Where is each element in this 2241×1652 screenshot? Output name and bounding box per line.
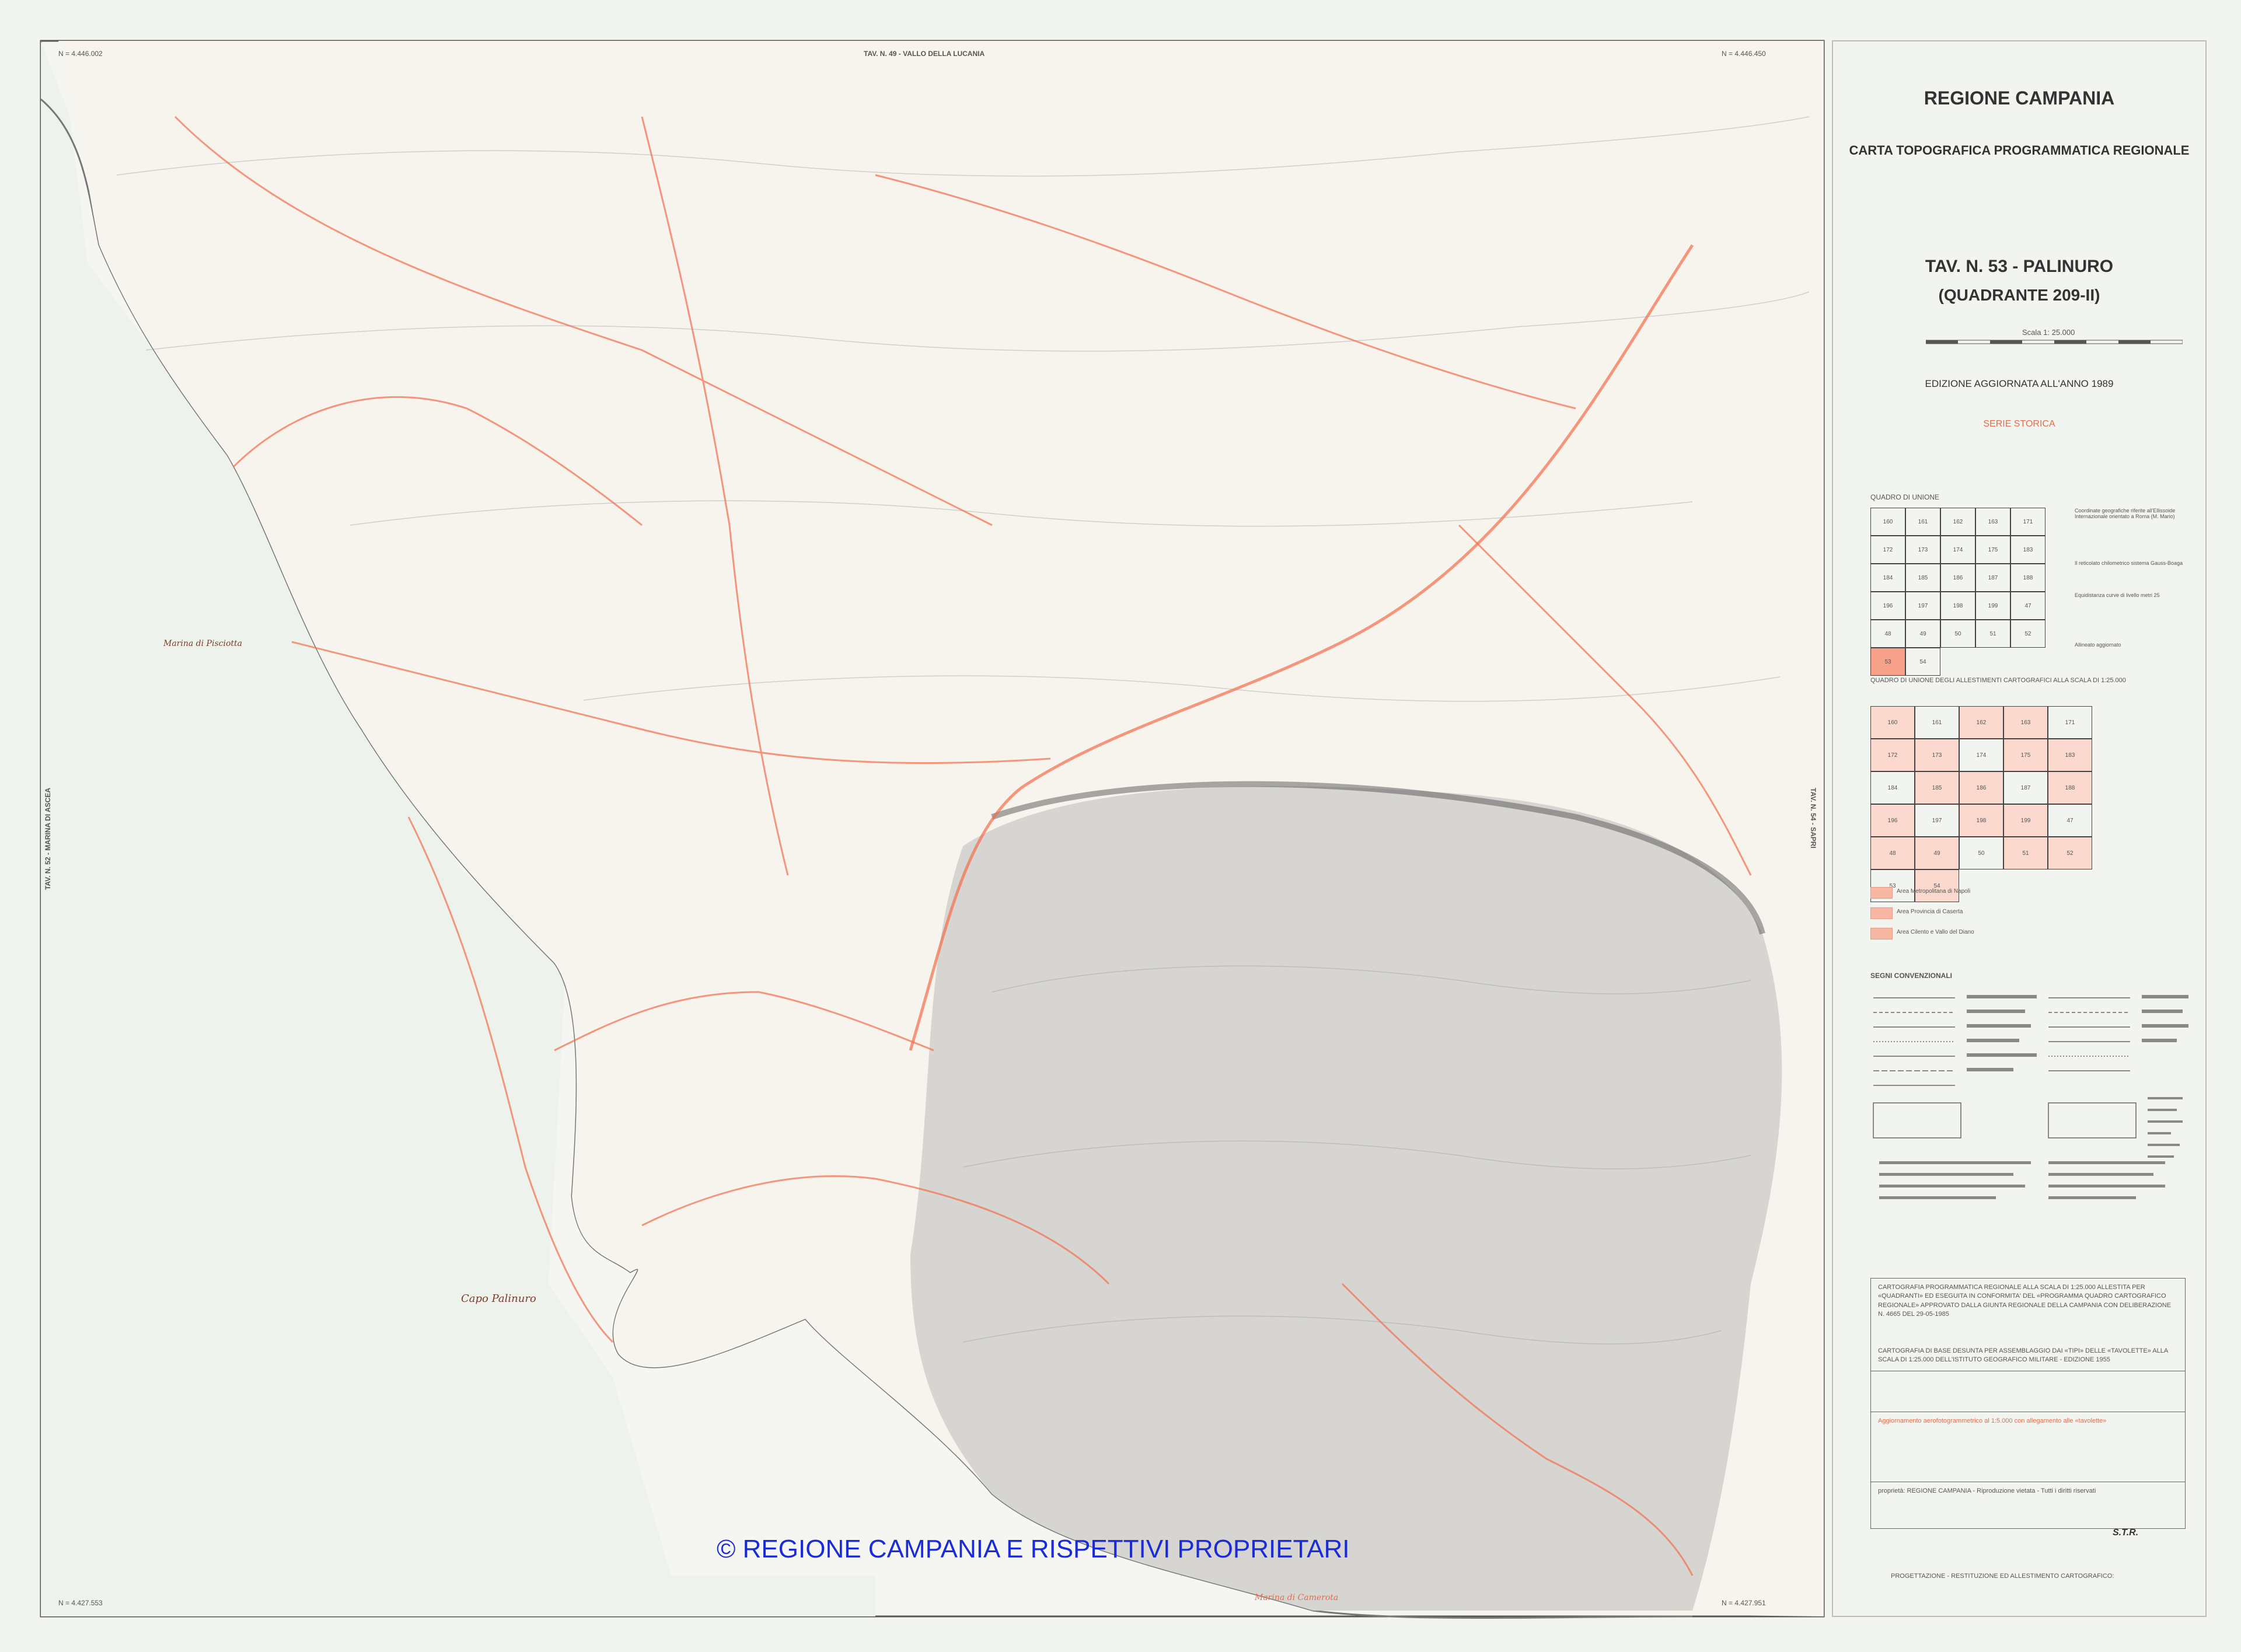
index-cell: 163 [2003,706,2048,739]
swatch-label: Area Cilento e Vallo del Diano [1897,929,1974,935]
side-note: Il reticolato chilometrico sistema Gauss… [2075,560,2183,566]
index-cell: 185 [1905,564,1940,592]
copyright-notice: © REGIONE CAMPANIA E RISPETTIVI PROPRIET… [717,1535,1350,1563]
index-cell: 48 [1870,837,1915,869]
side-note: Coordinate geografiche riferite all'Elli… [2075,508,2176,519]
index-cell: 171 [2010,508,2045,536]
index-title-1: QUADRO DI UNIONE [1870,493,1940,501]
index-cell: 48 [1870,620,1905,648]
index-cell: 160 [1870,508,1905,536]
series-label: SERIE STORICA [1983,419,2055,429]
index-cell: 187 [2003,771,2048,804]
index-cell: 186 [1940,564,1975,592]
index-grid-2: 160 161 162 163 171 172 173 174 175 183 184 185 186 1… [1870,706,2092,902]
index-cell: 161 [1905,508,1940,536]
swatch-label: Area Provincia di Caserta [1897,909,1963,915]
index-cell: 175 [2003,739,2048,771]
index-cell: 196 [1870,804,1915,837]
index-cell: 49 [1905,620,1940,648]
index-cell: 183 [2010,536,2045,564]
frame-top-label: TAV. N. 49 - VALLO DELLA LUCANIA [864,50,985,58]
index-cell: 160 [1870,706,1915,739]
place-label: Marina di Camerota [1255,1593,1339,1602]
legend-symbols [1873,995,2188,1199]
index-cell: 175 [1975,536,2010,564]
mountain-relief [910,786,1782,1611]
index-cell: 172 [1870,536,1905,564]
coord-bottom-left: N = 4.427.553 [58,1599,103,1607]
index-cell: 50 [1959,837,2003,869]
index-cell: 197 [1915,804,1959,837]
index-cell: 53 [1870,648,1905,676]
index-cell: 197 [1905,592,1940,620]
quadrant-title: (QUADRANTE 209-II) [1938,286,2100,304]
index-cell: 161 [1915,706,1959,739]
index-cell: 186 [1959,771,2003,804]
index-cell: 47 [2010,592,2045,620]
region-title: REGIONE CAMPANIA [1924,88,2115,109]
credit-label: PROGETTAZIONE - RESTITUZIONE ED ALLESTIM… [1891,1573,2114,1580]
index-cell: 185 [1915,771,1959,804]
index-cell: 51 [2003,837,2048,869]
note-text: CARTOGRAFIA PROGRAMMATICA REGIONALE ALLA… [1878,1284,2172,1318]
str-stamp: S.T.R. [2113,1528,2139,1538]
index-cell: 52 [2048,837,2092,869]
index-cell: 173 [1905,536,1940,564]
notes-box-4: proprietà: REGIONE CAMPANIA - Riproduzio… [1870,1482,2186,1529]
index-cell: 188 [2048,771,2092,804]
place-label: Marina di Pisciotta [163,639,242,648]
index-title-2: QUADRO DI UNIONE DEGLI ALLESTIMENTI CART… [1870,677,2126,684]
index-cell: 49 [1915,837,1959,869]
index-cell: 184 [1870,564,1905,592]
index-cell: 50 [1940,620,1975,648]
swatch-napoli [1870,887,1893,899]
index-cell: 183 [2048,739,2092,771]
index-cell: 174 [1959,739,2003,771]
index-cell: 51 [1975,620,2010,648]
note-text: CARTOGRAFIA DI BASE DESUNTA PER ASSEMBLA… [1878,1347,2168,1364]
index-cell: 162 [1940,508,1975,536]
sheet-title: TAV. N. 53 - PALINURO [1925,257,2114,276]
coord-bottom-right: N = 4.427.951 [1722,1599,1766,1607]
swatch-cilento [1870,928,1893,939]
index-cell: 163 [1975,508,2010,536]
map-sheet: TAV. N. 49 - VALLO DELLA LUCANIA N = 4.4… [0,0,2241,1652]
index-cell: 172 [1870,739,1915,771]
index-grid-1: 160 161 162 163 171 172 173 174 175 183 184 185 186 1… [1870,508,2045,676]
scale-bar [1926,340,2183,344]
index-cell: 174 [1940,536,1975,564]
index-cell: 184 [1870,771,1915,804]
index-cell: 188 [2010,564,2045,592]
legend-title: SEGNI CONVENZIONALI [1870,972,1953,980]
edition-label: EDIZIONE AGGIORNATA ALL'ANNO 1989 [1925,378,2114,389]
index-cell: 196 [1870,592,1905,620]
index-cell: 54 [1905,648,1940,676]
scale-label: Scala 1: 25.000 [2022,328,2075,337]
swatch-label: Area Metropolitana di Napoli [1897,888,1971,895]
index-cell: 198 [1959,804,2003,837]
notes-box-3: Aggiornamento aerofotogrammetrico al 1:5… [1870,1412,2186,1482]
place-label: Capo Palinuro [461,1293,536,1305]
note-text: proprietà: REGIONE CAMPANIA - Riproduzio… [1878,1487,2096,1494]
index-cell: 173 [1915,739,1959,771]
index-cell: 171 [2048,706,2092,739]
index-cell: 162 [1959,706,2003,739]
index-cell: 52 [2010,620,2045,648]
swatch-caserta [1870,907,1893,919]
side-note: Equidistanza curve di livello metri 25 [2075,592,2160,598]
frame-right-label: TAV. N. 54 - SAPRI [1809,788,1817,848]
coord-top-left: N = 4.446.002 [58,50,103,58]
coord-top-right: N = 4.446.450 [1722,50,1766,58]
map-subtitle: CARTA TOPOGRAFICA PROGRAMMATICA REGIONAL… [1849,143,2190,158]
index-cell: 198 [1940,592,1975,620]
side-note: Allineato aggiornato [2075,642,2121,648]
index-cell: 199 [1975,592,2010,620]
frame-left-label: TAV. N. 52 - MARINA DI ASCEA [44,788,52,890]
index-cell: 54 [1915,869,1959,902]
index-cell: 187 [1975,564,2010,592]
note-text: Aggiornamento aerofotogrammetrico al 1:5… [1878,1417,2107,1424]
index-cell: 47 [2048,804,2092,837]
index-cell: 199 [2003,804,2048,837]
notes-box-2: CARTOGRAFIA DI BASE DESUNTA PER ASSEMBLA… [1870,1342,2186,1412]
